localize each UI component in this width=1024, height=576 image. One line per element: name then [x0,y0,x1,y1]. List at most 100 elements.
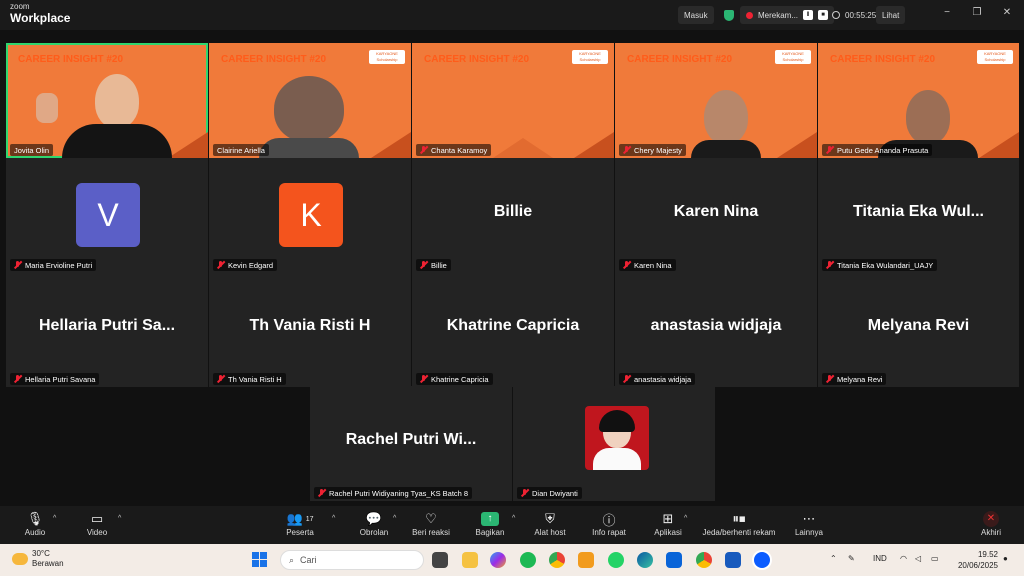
share-icon: ↑ [481,512,499,526]
decor-shape [492,138,553,158]
participant-tile[interactable]: V Maria Ervioline Putri [6,158,208,273]
chrome-icon[interactable] [549,552,565,568]
chrome-icon[interactable] [696,552,712,568]
mic-muted-icon [420,375,428,383]
zoom-icon[interactable] [754,552,770,568]
sign-in-button[interactable]: Masuk [678,6,714,24]
decor-shape [979,132,1019,158]
close-button[interactable]: ✕ [1000,7,1014,18]
outlook-icon[interactable] [666,552,682,568]
windows-taskbar: 30°C Berawan ⌕ Cari ⌃ ✎ IND ◠ ◁ ▭ 19.52 … [0,544,1024,576]
pause-recording-button[interactable]: ‖ [803,10,814,20]
maximize-button[interactable]: ❐ [970,7,984,18]
participants-button[interactable]: 👥 17 Peserta [270,510,330,537]
file-explorer-icon[interactable] [462,552,478,568]
participant-tile[interactable]: anastasia widjaja anastasia widjaja [615,272,817,387]
avatar: V [76,183,140,247]
video-tile[interactable]: CAREER INSIGHT #20 KARYAONE Scholarship … [209,43,411,158]
app-icon[interactable] [578,552,594,568]
weather-widget[interactable]: 30°C Berawan [12,549,64,569]
participant-tile[interactable]: Hellaria Putri Sa... Hellaria Putri Sava… [6,272,208,387]
participant-name-tag: Rachel Putri Widiyaning Tyas_KS Batch 8 [314,487,473,499]
participants-options-caret[interactable]: ^ [332,515,335,522]
video-tile[interactable]: CAREER INSIGHT #20 Jovita Olin [6,43,208,158]
participant-tile[interactable]: Dian Dwiyanti [513,386,715,501]
sponsor-logo: KARYAONE Scholarship [572,50,608,64]
pause-stop-recording-button[interactable]: ⏸⏹ Jeda/berhenti rekam [697,510,781,537]
pen-icon[interactable]: ✎ [848,554,855,563]
word-icon[interactable] [725,552,741,568]
chat-options-caret[interactable]: ^ [393,515,396,522]
participant-display-name: Hellaria Putri Sa... [38,317,176,334]
mic-muted-icon [826,375,834,383]
mic-muted-icon [14,375,22,383]
whatsapp-icon[interactable] [608,552,624,568]
task-view-icon[interactable] [432,552,448,568]
view-button[interactable]: Lihat [876,6,906,24]
copilot-icon[interactable] [490,552,506,568]
decor-shape [574,132,614,158]
battery-icon[interactable]: ▭ [931,554,939,563]
tile-banner: CAREER INSIGHT #20 [424,54,530,65]
mic-muted-icon [826,146,834,154]
participant-tile[interactable]: K Kevin Edgard [209,158,411,273]
search-icon: ⌕ [289,554,295,565]
share-options-caret[interactable]: ^ [512,515,515,522]
participant-tile[interactable]: Billie Billie [412,158,614,273]
taskbar-search[interactable]: ⌕ Cari [280,550,424,570]
participant-tile[interactable]: Rachel Putri Wi... Rachel Putri Widiyani… [310,386,512,501]
spotify-icon[interactable] [520,552,536,568]
mic-muted-icon [623,261,631,269]
participant-name-tag: Khatrine Capricia [416,373,493,385]
profile-photo [585,406,649,470]
participant-name-tag: Dian Dwiyanti [517,487,582,499]
apps-icon: ⊞ [662,511,674,526]
cloud-sun-icon [12,553,28,565]
speaker-icon[interactable]: ◁ [915,554,921,563]
shield-icon: ⛨ [545,511,555,526]
sponsor-logo: KARYAONE Scholarship [775,50,811,64]
language-indicator[interactable]: IND [873,554,887,563]
decor-shape [168,132,208,158]
clock[interactable]: 19.52 20/06/2025 [958,549,998,571]
more-button[interactable]: ⋯ Lainnya [779,510,839,537]
recording-indicator[interactable]: Merekam... ‖ ■ [740,6,835,24]
participants-icon: 👥 17 [286,511,314,526]
meeting-info-button[interactable]: ⓘ Info rapat [579,510,639,538]
participant-name-tag: Titania Eka Wulandari_UAJY [822,259,938,271]
apps-button[interactable]: ⊞ Aplikasi [638,510,698,537]
end-meeting-button[interactable]: ✕ Akhiri [961,510,1021,537]
react-button[interactable]: ♡ Beri reaksi [401,510,461,537]
edge-icon[interactable] [637,552,653,568]
video-tile[interactable]: CAREER INSIGHT #20 KARYAONE Scholarship … [818,43,1019,158]
video-tile[interactable]: CAREER INSIGHT #20 KARYAONE Scholarship … [615,43,817,158]
minimize-button[interactable]: − [940,7,954,18]
participant-display-name: Titania Eka Wul... [853,203,984,220]
audio-options-caret[interactable]: ^ [53,515,56,522]
participant-name-tag: Th Vania Risti H [213,373,286,385]
participant-tile[interactable]: Titania Eka Wul... Titania Eka Wulandari… [818,158,1019,273]
shield-icon[interactable] [724,10,734,21]
video-options-caret[interactable]: ^ [118,515,121,522]
mic-muted-icon [521,489,529,497]
share-button[interactable]: ↑ Bagikan [460,510,520,537]
avatar: K [279,183,343,247]
clock-icon [832,11,840,19]
video-tile[interactable]: CAREER INSIGHT #20 KARYAONE Scholarship … [412,43,614,158]
notification-icon[interactable]: ● [1003,554,1008,563]
mic-muted-icon [623,146,631,154]
mic-muted-icon [623,375,631,383]
chevron-up-icon[interactable]: ⌃ [830,554,837,563]
apps-options-caret[interactable]: ^ [684,515,687,522]
title-bar: zoom Workplace Masuk Merekam... ‖ ■ 00:5… [0,0,1024,30]
start-button[interactable] [252,552,267,567]
wifi-icon[interactable]: ◠ [900,554,907,563]
participant-tile[interactable]: Melyana Revi Melyana Revi [818,272,1019,387]
participant-tile[interactable]: Khatrine Capricia Khatrine Capricia [412,272,614,387]
participant-tile[interactable]: Th Vania Risti H Th Vania Risti H [209,272,411,387]
mic-muted-icon [217,375,225,383]
mic-muted-icon [420,146,428,154]
gallery-view: CAREER INSIGHT #20 Jovita Olin CAREER IN… [0,30,1024,506]
participant-tile[interactable]: Karen Nina Karen Nina [615,158,817,273]
host-tools-button[interactable]: ⛨ Alat host [520,510,580,537]
